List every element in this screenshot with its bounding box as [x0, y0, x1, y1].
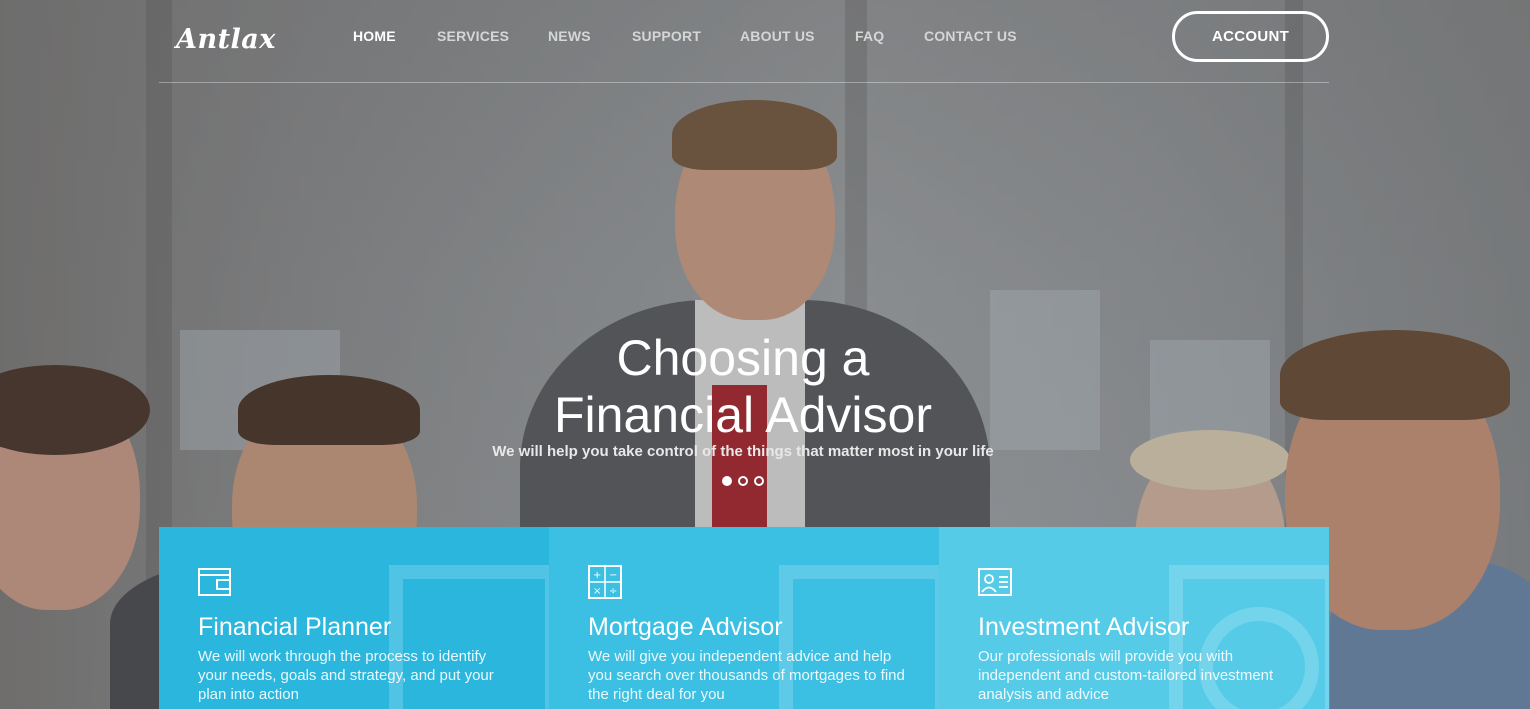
- hero-title-line1: Choosing a: [616, 330, 870, 386]
- hero-title: Choosing a Financial Advisor: [443, 330, 1043, 444]
- nav-home[interactable]: HOME: [353, 28, 396, 44]
- slider-dot-3[interactable]: [754, 476, 764, 486]
- calculator-icon: + − × ÷: [588, 565, 622, 599]
- account-button[interactable]: ACCOUNT: [1172, 11, 1329, 62]
- slider-dots: [722, 476, 764, 486]
- nav-contact-us[interactable]: CONTACT US: [924, 28, 1017, 44]
- nav-about-us[interactable]: ABOUT US: [740, 28, 815, 44]
- service-card-mortgage-advisor[interactable]: + − × ÷ Mortgage Advisor We will give yo…: [549, 527, 939, 709]
- nav-services[interactable]: SERVICES: [437, 28, 509, 44]
- nav-faq[interactable]: FAQ: [855, 28, 884, 44]
- service-card-investment-advisor[interactable]: Investment Advisor Our professionals wil…: [939, 527, 1329, 709]
- nav-news[interactable]: NEWS: [548, 28, 591, 44]
- slider-dot-1[interactable]: [722, 476, 732, 486]
- svg-text:÷: ÷: [609, 586, 617, 597]
- service-description: We will work through the process to iden…: [198, 648, 494, 703]
- service-title: Mortgage Advisor: [588, 613, 783, 641]
- hero-subtitle: We will help you take control of the thi…: [492, 443, 994, 460]
- svg-text:×: ×: [593, 586, 601, 597]
- service-title: Financial Planner: [198, 613, 392, 641]
- service-description: We will give you independent advice and …: [588, 648, 905, 703]
- nav-support[interactable]: SUPPORT: [632, 28, 701, 44]
- site-logo[interactable]: Antlax: [176, 24, 276, 55]
- hero-title-line2: Financial Advisor: [554, 387, 932, 443]
- svg-text:+: +: [593, 570, 601, 581]
- header-divider: [159, 82, 1329, 83]
- slider-dot-2[interactable]: [738, 476, 748, 486]
- id-card-icon: [978, 568, 1012, 596]
- wallet-icon: [198, 568, 231, 596]
- service-description: Our professionals will provide you with …: [978, 648, 1274, 703]
- svg-text:−: −: [609, 570, 617, 581]
- service-card-financial-planner[interactable]: Financial Planner We will work through t…: [159, 527, 549, 709]
- service-title: Investment Advisor: [978, 613, 1190, 641]
